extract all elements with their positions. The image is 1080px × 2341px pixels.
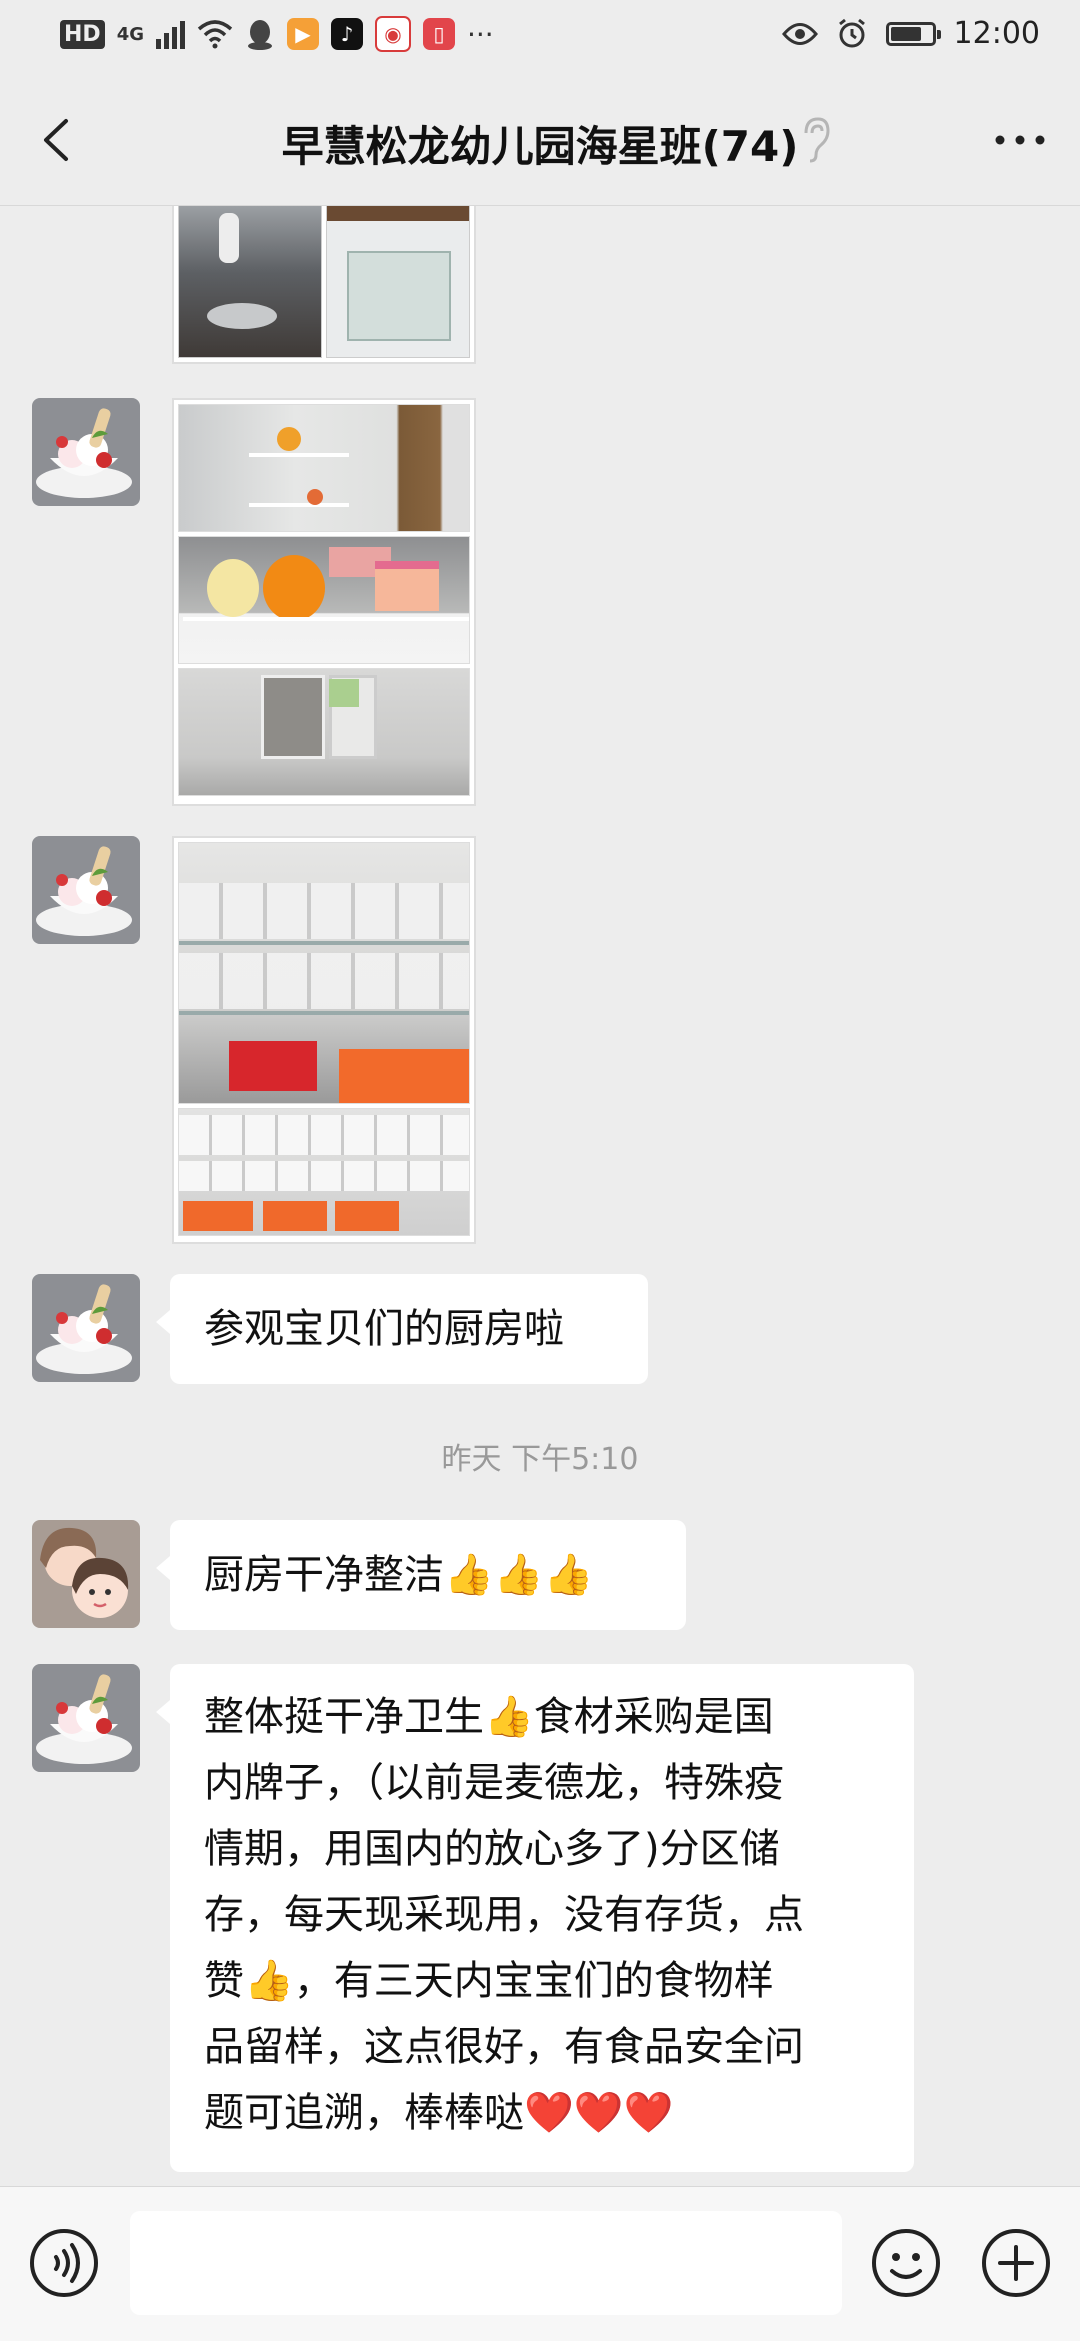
photo-certificate[interactable] [326,206,470,358]
status-bar: HD 4G ▶ ♪ ◉ ▯ ··· 12:00 [0,0,1080,75]
photo-storage-shelves[interactable] [178,842,470,1104]
book-icon: ▯ [423,18,455,50]
voice-input-icon[interactable] [28,2227,100,2299]
emoji-icon[interactable] [870,2227,942,2299]
image-message[interactable] [172,836,476,1244]
message-line: 品留样，这点很好，有食品安全问 [204,2024,804,2070]
status-left: HD 4G ▶ ♪ ◉ ▯ ··· [60,16,494,52]
plus-icon[interactable] [980,2227,1052,2299]
chat-header: 早慧松龙幼儿园海星班(74) [0,75,1080,206]
input-bar [0,2186,1080,2341]
message-timestamp: 昨天 下午5:10 [441,1442,639,1477]
avatar-icecream[interactable] [32,1664,140,1772]
icecream-avatar-image [32,1274,140,1382]
status-right: 12:00 [781,16,1040,51]
alarm-icon [838,18,865,47]
photo-kitchen-counter[interactable] [178,206,322,358]
message-line: 赞👍，有三天内宝宝们的食物样 [204,1958,774,2004]
image-message[interactable] [172,398,476,806]
qq-icon [248,20,272,50]
girl-avatar-image [32,1520,140,1628]
weibo-icon: ◉ [375,16,411,52]
tiktok-icon: ♪ [331,18,363,50]
message-line: 内牌子，（以前是麦德龙，特殊疫 [204,1760,784,1806]
message-input[interactable] [130,2211,842,2315]
chat-title: 早慧松龙幼儿园海星班(74) [281,122,799,171]
text-message[interactable]: 整体挺干净卫生👍食材采购是国 内牌子，（以前是麦德龙，特殊疫 情期，用国内的放心… [156,1664,914,2172]
icecream-avatar-image [32,398,140,506]
icecream-avatar-image [32,836,140,944]
avatar-girl[interactable] [32,1520,140,1628]
chat-area[interactable]: 参观宝贝们的厨房啦 昨天 下午5:10 厨房干净整洁👍👍👍 整体挺干净卫生👍食材… [0,206,1080,2186]
ear-mute-icon [804,117,830,163]
message-line: 情期，用国内的放心多了)分区储 [204,1826,780,1872]
text-message[interactable]: 厨房干净整洁👍👍👍 [156,1520,686,1630]
signal-icon [156,19,185,49]
wifi-icon [197,20,233,49]
icecream-avatar-image [32,1664,140,1772]
more-notifications: ··· [467,17,494,51]
message-text: 参观宝贝们的厨房啦 [204,1306,564,1352]
battery-icon [885,21,941,46]
photo-kitchen-window[interactable] [178,668,470,796]
message-line: 题可追溯，棒棒哒❤️❤️❤️ [204,2090,674,2136]
avatar-icecream[interactable] [32,398,140,506]
photo-fridge-top[interactable] [178,404,470,532]
photo-fridge-fruit[interactable] [178,536,470,664]
status-time: 12:00 [953,16,1040,51]
eye-icon [781,22,818,45]
hd-indicator: HD [60,19,105,49]
avatar-icecream[interactable] [32,1274,140,1382]
network-type: 4G [116,23,144,45]
message-line: 存，每天现采现用，没有存货，点 [204,1892,804,1938]
message-line: 整体挺干净卫生👍食材采购是国 [204,1694,774,1740]
text-message[interactable]: 参观宝贝们的厨房啦 [156,1274,648,1384]
video-play-icon: ▶ [287,18,319,50]
message-text: 厨房干净整洁👍👍👍 [204,1552,594,1598]
avatar-icecream[interactable] [32,836,140,944]
image-message[interactable] [172,206,476,364]
photo-storage-baskets[interactable] [178,1108,470,1236]
more-options-icon[interactable] [990,115,1050,165]
